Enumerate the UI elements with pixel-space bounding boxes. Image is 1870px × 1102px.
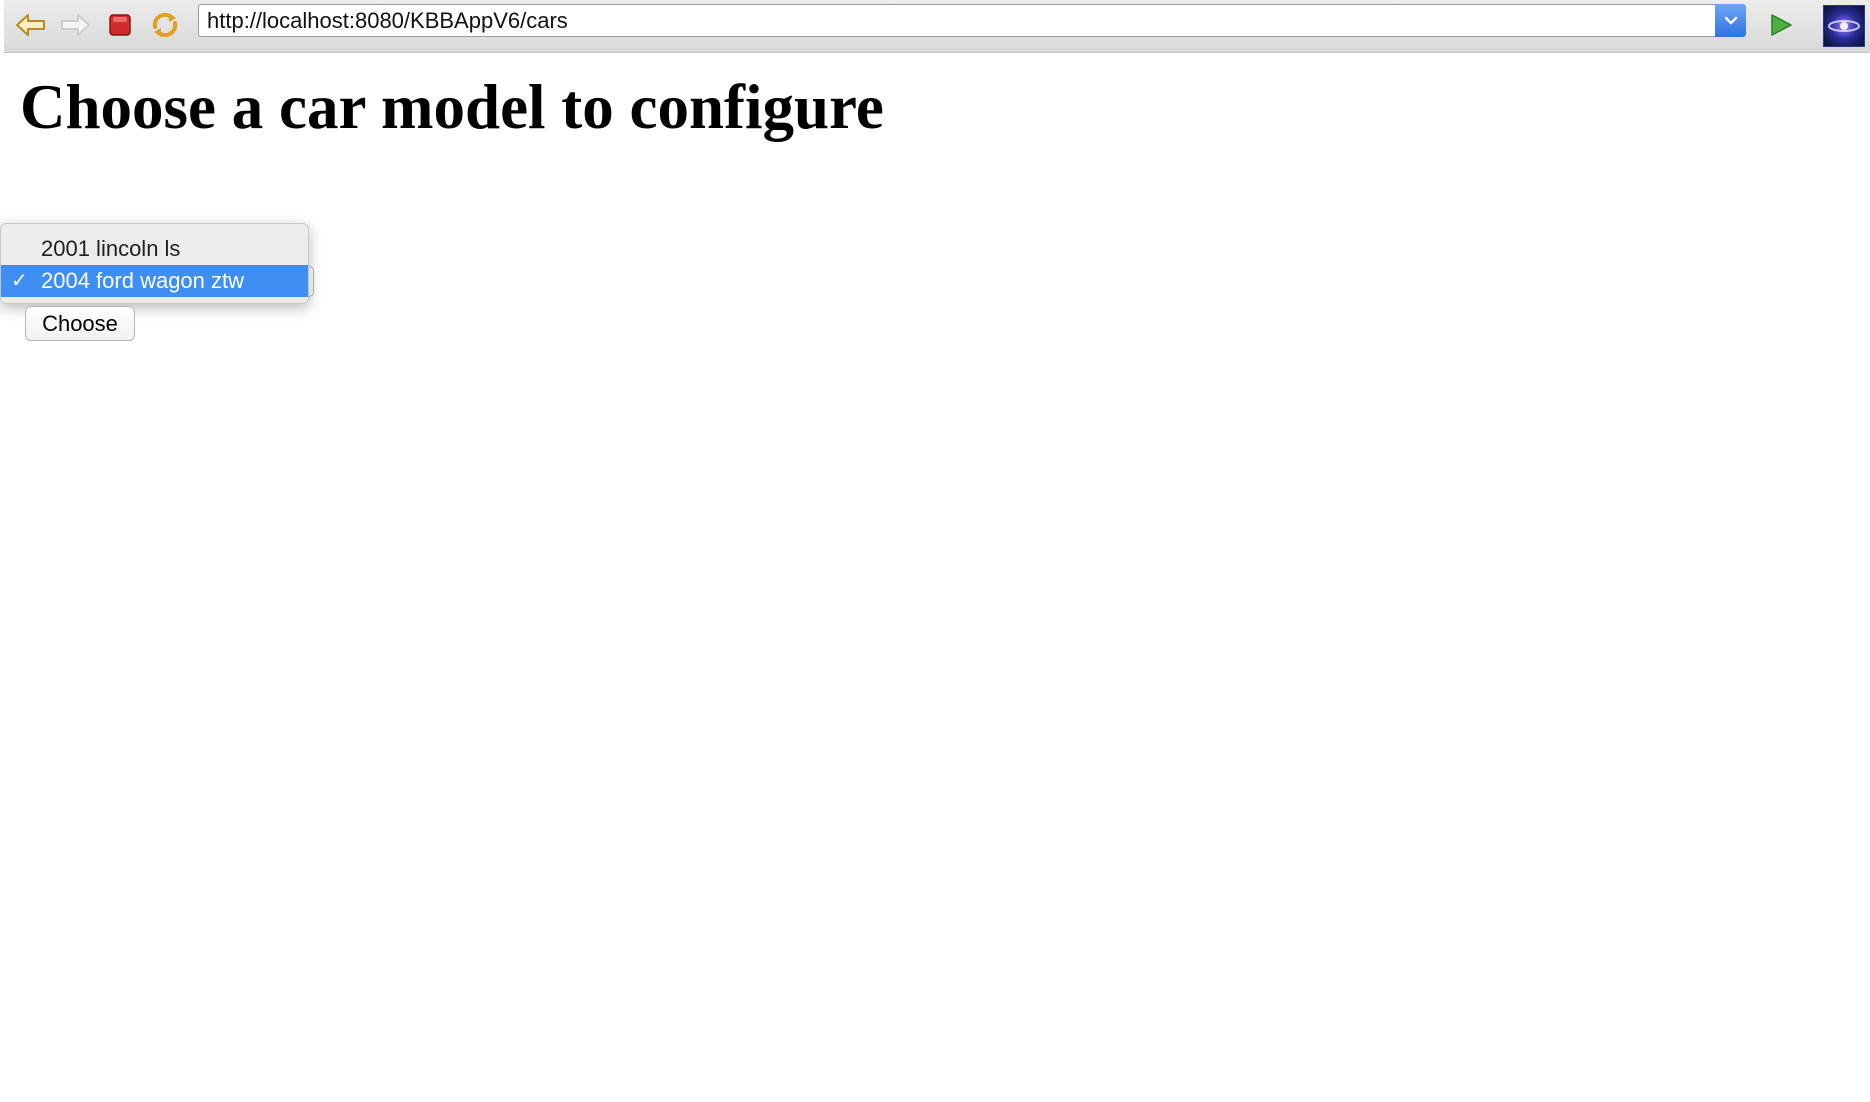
page-title: Choose a car model to configure bbox=[20, 72, 884, 142]
browser-logo-icon bbox=[1823, 5, 1865, 47]
url-input[interactable] bbox=[199, 5, 1709, 36]
play-triangle-icon bbox=[1771, 14, 1792, 36]
go-button[interactable] bbox=[1764, 8, 1798, 42]
dropdown-option-selected[interactable]: ✓ 2004 ford wagon ztw bbox=[1, 265, 308, 297]
dropdown-option-label: 2004 ford wagon ztw bbox=[41, 268, 245, 293]
car-model-dropdown-list: 2001 lincoln ls ✓ 2004 ford wagon ztw bbox=[0, 223, 309, 304]
forward-arrow-icon bbox=[61, 14, 90, 36]
reload-icon bbox=[152, 12, 178, 38]
choose-button[interactable]: Choose bbox=[25, 306, 135, 341]
reload-button[interactable] bbox=[148, 8, 182, 42]
dropdown-option[interactable]: 2001 lincoln ls bbox=[1, 233, 308, 265]
browser-toolbar bbox=[4, 0, 1870, 53]
chevron-down-icon bbox=[1724, 16, 1737, 24]
stop-button[interactable] bbox=[103, 8, 137, 42]
dropdown-option-label: 2001 lincoln ls bbox=[41, 236, 181, 261]
url-history-dropdown[interactable] bbox=[1715, 4, 1746, 37]
back-arrow-icon bbox=[16, 14, 45, 36]
checkmark-icon: ✓ bbox=[11, 270, 28, 292]
browser-window: Choose a car model to configure 2001 lin… bbox=[0, 0, 1870, 1102]
address-bar bbox=[198, 4, 1746, 37]
back-button[interactable] bbox=[14, 8, 48, 42]
forward-button[interactable] bbox=[58, 8, 92, 42]
stop-icon bbox=[109, 14, 131, 36]
